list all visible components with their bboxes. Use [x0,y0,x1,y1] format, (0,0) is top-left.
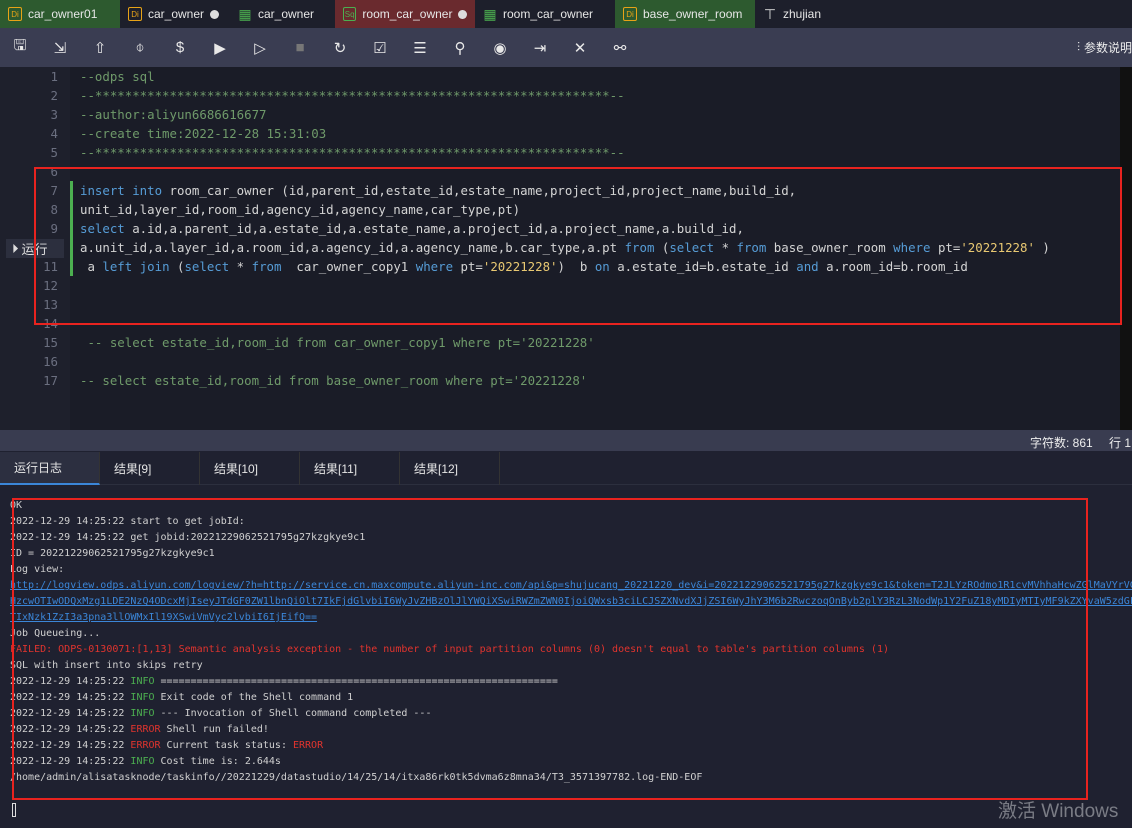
tab-label: room_car_owner [362,7,453,21]
code-text: --**************************************… [80,86,625,105]
check-icon[interactable]: ☑ [360,39,400,57]
file-type-icon: Di [623,7,637,21]
code-line: 3 --author:aliyun6686616677 [0,105,1120,124]
line-number: 1 [50,69,58,84]
code-text: -- select estate_id,room_id from car_own… [80,333,595,352]
tab-label: car_owner [148,7,205,21]
code-token: -- select estate_id,room_id from base_ow… [80,373,588,388]
file-tab[interactable]: Di base_owner_room [615,0,755,28]
code-line: 16 [0,352,1120,371]
line-number: 5 [50,145,58,160]
code-line: 1 --odps sql [0,67,1120,86]
submit-icon[interactable]: ⇧ [80,39,120,57]
save-as-icon[interactable]: ⇲ [40,39,80,57]
highlight-box-code [34,167,1122,325]
line-number: 2 [50,88,58,103]
code-token: -- select estate_id,room_id from car_own… [80,335,595,350]
tab-label: car_owner [258,7,315,21]
tree-icon: ⊤ [763,5,777,22]
line-number: 4 [50,126,58,141]
reload-icon[interactable]: ↻ [320,39,360,57]
code-token: --author:aliyun6686616677 [80,107,267,122]
params-button[interactable]: ⫶ 参数说明 [1077,28,1132,67]
code-token: --**************************************… [80,88,625,103]
log-icon[interactable]: ☰ [400,39,440,57]
file-tab-bar: Di car_owner01 Di car_owner ▦ car_owner Sq room… [0,0,1132,28]
file-tab[interactable]: ▦ room_car_owner [475,0,615,28]
table-icon: ▦ [238,5,252,22]
stop-icon[interactable]: ■ [280,39,320,56]
code-text: --author:aliyun6686616677 [80,105,267,124]
result-tab[interactable]: 运行日志 [0,452,100,485]
tab-label: car_owner01 [28,7,98,21]
code-token: --create time:2022-12-28 15:31:03 [80,126,327,141]
code-text: -- select estate_id,room_id from base_ow… [80,371,587,390]
file-tab[interactable]: ⊤ zhujian [755,0,855,28]
code-text: --odps sql [80,67,155,86]
tab-label: zhujian [783,7,822,21]
file-tab[interactable]: ▦ car_owner [230,0,335,28]
line-number: 16 [43,354,58,369]
result-tab[interactable]: 结果[10] [200,452,300,485]
file-tab[interactable]: Sq room_car_owner [335,0,475,28]
result-tab[interactable]: 结果[11] [300,452,400,485]
text-cursor [12,803,16,817]
line-indicator: 行 1 [1109,436,1132,450]
tab-label: base_owner_room [643,7,743,21]
unsaved-dot-icon [458,9,467,19]
sliders-icon: ⫶ [1076,40,1080,54]
run-icon[interactable]: ▶ [200,39,240,57]
preview-icon[interactable]: ◉ [480,39,520,57]
code-text: --**************************************… [80,143,625,162]
code-token: --odps sql [80,69,155,84]
file-tab[interactable]: Di car_owner01 [0,0,120,28]
file-type-icon: Di [8,7,22,21]
format-icon[interactable]: ⌽ [120,39,160,56]
char-count: 字符数: 861 [1030,436,1093,450]
line-number: 15 [43,335,58,350]
code-line: 15 -- select estate_id,room_id from car_… [0,333,1120,352]
result-tab[interactable]: 结果[12] [400,452,500,485]
lineage-icon[interactable]: ⚯ [600,39,640,57]
table-icon: ▦ [483,5,497,22]
tab-label: room_car_owner [503,7,594,21]
unsaved-dot-icon [210,9,220,19]
code-token: --**************************************… [80,145,625,160]
file-type-icon: Di [128,7,142,21]
line-number: 3 [50,107,58,122]
highlight-box-log [12,498,1088,800]
tools-icon[interactable]: ✕ [560,39,600,57]
cost-icon[interactable]: $ [160,39,200,56]
user-icon[interactable]: ⚲ [440,39,480,57]
file-tab[interactable]: Di car_owner [120,0,230,28]
code-line: 2 --*************************************… [0,86,1120,105]
code-line: 17 -- select estate_id,room_id from base_… [0,371,1120,390]
line-number: 17 [43,373,58,388]
result-tabs: 运行日志 结果[9] 结果[10] 结果[11] 结果[12] [0,452,1132,485]
save-icon[interactable]: 🖫 [0,35,40,60]
code-text: --create time:2022-12-28 15:31:03 [80,124,326,143]
export-icon[interactable]: ⇥ [520,39,560,57]
file-type-icon: Sq [343,7,357,21]
editor-toolbar: 🖫 ⇲ ⇧ ⌽ $ ▶ ▷ ■ ↻ ☑ ☰ ⚲ ◉ ⇥ ✕ ⚯ ⫶ 参数说明 [0,28,1132,67]
result-tab[interactable]: 结果[9] [100,452,200,485]
status-bar: 字符数: 861 行 1 [0,430,1132,451]
code-line: 5 --*************************************… [0,143,1120,162]
play-circle-icon: ⏵ [12,240,19,256]
code-line: 4 --create time:2022-12-28 15:31:03 [0,124,1120,143]
windows-activation-watermark: 激活 Windows [998,801,1119,822]
run-params-icon[interactable]: ▷ [240,39,280,57]
